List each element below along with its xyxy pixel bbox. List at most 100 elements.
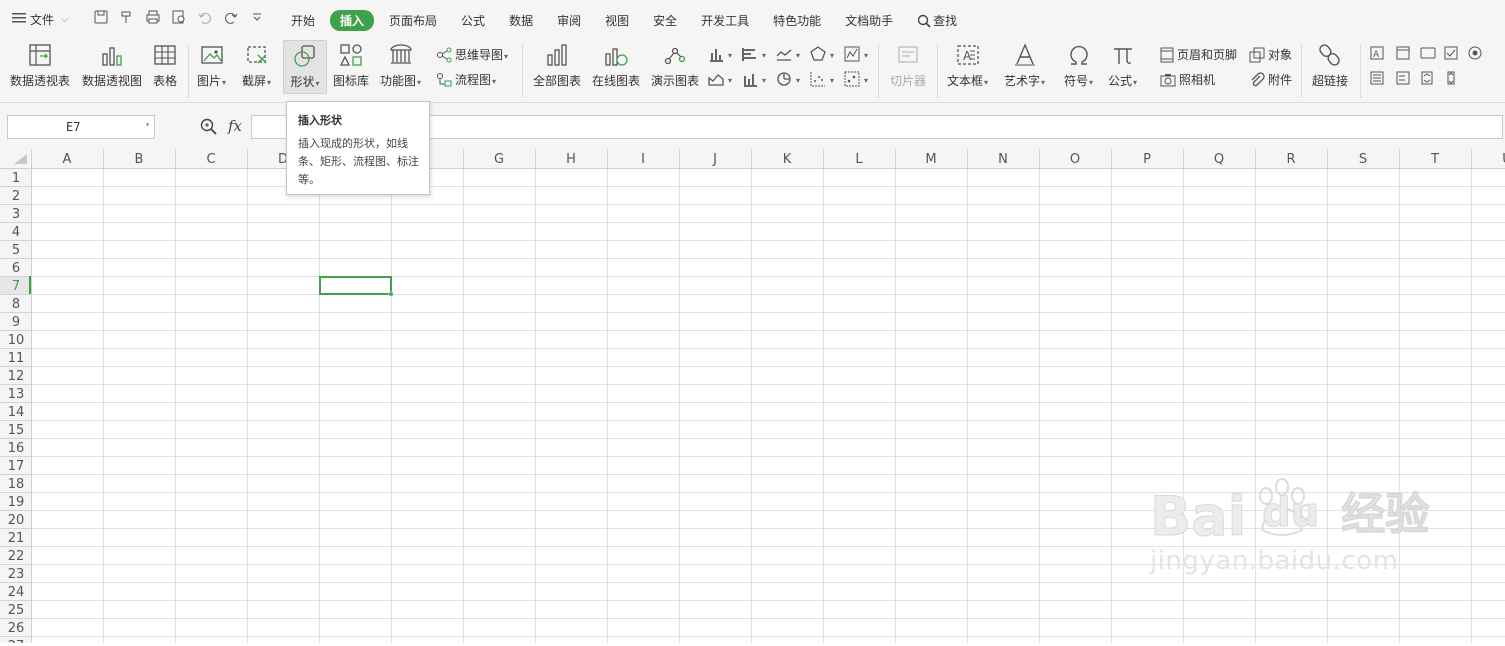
line-chart-button[interactable]	[776, 46, 800, 62]
attachment-label: 附件	[1268, 73, 1293, 87]
tab-insert[interactable]: 插入	[330, 10, 375, 31]
symbol-label: 符号	[1064, 74, 1093, 88]
icon-library-button[interactable]: 图标库	[333, 42, 369, 89]
formula-input[interactable]	[251, 115, 1503, 139]
scatter-chart-button[interactable]	[810, 71, 834, 87]
tab-review[interactable]: 审阅	[548, 11, 590, 30]
combobox-control-button[interactable]	[1396, 71, 1410, 85]
picture-button[interactable]: 图片	[197, 42, 226, 89]
demo-chart-button[interactable]: 演示图表	[651, 42, 699, 89]
pivot-table-button[interactable]: 数据透视表	[10, 42, 70, 89]
attachment-button[interactable]: 附件	[1249, 71, 1292, 88]
row-header-label: 24	[8, 585, 25, 600]
pivot-chart-button[interactable]: 数据透视图	[82, 42, 142, 89]
spinner-control-button[interactable]	[1420, 71, 1434, 85]
hyperlink-button[interactable]: 超链接	[1312, 42, 1348, 89]
column-header-label: R	[1286, 152, 1295, 167]
radar-chart-button[interactable]	[810, 46, 834, 62]
groupbox-control-button[interactable]	[1396, 46, 1410, 60]
picture-label: 图片	[197, 74, 226, 88]
tab-home[interactable]: 开始	[282, 11, 324, 30]
ribbon-separator	[522, 44, 523, 98]
slicer-button[interactable]: 切片器	[890, 42, 926, 89]
mindmap-button[interactable]: 思维导图	[436, 46, 508, 63]
format-painter-icon[interactable]	[119, 9, 135, 25]
customize-toolbar-icon[interactable]	[249, 9, 265, 25]
picture-icon	[200, 46, 223, 64]
tab-special-features[interactable]: 特色功能	[764, 11, 830, 30]
other-chart-button[interactable]	[844, 71, 868, 87]
column-chart-button[interactable]	[708, 46, 732, 62]
row-header-label: 13	[8, 387, 25, 402]
hyperlink-label: 超链接	[1312, 74, 1349, 88]
table-button[interactable]: 表格	[152, 42, 178, 89]
save-icon[interactable]	[93, 9, 109, 25]
header-footer-button[interactable]: 页眉和页脚	[1160, 46, 1237, 63]
area-chart-button[interactable]	[708, 71, 732, 87]
stock-chart-button[interactable]	[844, 46, 868, 62]
scrollbar-control-button[interactable]	[1444, 71, 1458, 85]
online-chart-icon	[605, 48, 628, 66]
column-header-label: C	[206, 152, 215, 167]
camera-button[interactable]: 照相机	[1160, 71, 1215, 88]
wordart-label: 艺术字	[1004, 74, 1045, 88]
wordart-button[interactable]: 艺术字	[1004, 42, 1045, 89]
formula-button[interactable]: 公式	[1108, 42, 1137, 89]
all-charts-button[interactable]: 全部图表	[533, 42, 581, 89]
flowchart-button[interactable]: 流程图	[436, 71, 496, 88]
undo-icon[interactable]	[197, 9, 213, 25]
all-charts-icon	[547, 44, 567, 66]
symbol-button[interactable]: 符号	[1064, 42, 1093, 89]
zoom-icon[interactable]	[200, 118, 218, 136]
all-charts-label: 全部图表	[533, 74, 582, 88]
row-header-label: 10	[8, 333, 25, 348]
button-control-button[interactable]	[1420, 46, 1436, 60]
redo-icon[interactable]	[223, 9, 239, 25]
column-header-label: B	[135, 152, 144, 167]
tab-formulas[interactable]: 公式	[452, 11, 494, 30]
tab-developer[interactable]: 开发工具	[692, 11, 758, 30]
shape-button[interactable]: 形状	[283, 40, 327, 94]
row-header-label: 1	[12, 171, 20, 186]
fx-icon[interactable]: fx	[228, 117, 242, 135]
textbox-button[interactable]: A 文本框	[947, 42, 988, 89]
radio-control-button[interactable]	[1468, 46, 1482, 60]
object-label: 对象	[1268, 48, 1293, 62]
column-header-label: Q	[1214, 152, 1224, 167]
bar-chart-button[interactable]	[742, 46, 766, 62]
name-box[interactable]: E7 ▾	[7, 115, 155, 139]
search-button[interactable]: 查找	[908, 11, 966, 30]
tab-data[interactable]: 数据	[500, 11, 542, 30]
column-header-label: L	[855, 152, 863, 167]
file-menu-button[interactable]: 文件 ⌵	[12, 11, 68, 28]
wordart-icon	[1014, 43, 1035, 66]
column-header-label: A	[63, 152, 72, 167]
tab-page-layout[interactable]: 页面布局	[380, 11, 446, 30]
label-control-button[interactable]: A	[1370, 46, 1384, 60]
tab-view[interactable]: 视图	[596, 11, 638, 30]
column-chart-icon	[710, 49, 723, 62]
screenshot-button[interactable]: 截屏	[242, 42, 271, 89]
tab-doc-assistant[interactable]: 文档助手	[836, 11, 902, 30]
hyperlink-icon	[1319, 44, 1340, 66]
print-preview-icon[interactable]	[171, 9, 187, 25]
radar-chart-icon	[810, 46, 826, 61]
header-footer-icon	[1160, 47, 1174, 62]
combo-chart-button[interactable]	[742, 71, 766, 87]
listbox-control-button[interactable]	[1370, 71, 1384, 85]
tab-security[interactable]: 安全	[644, 11, 686, 30]
print-icon[interactable]	[145, 9, 161, 25]
column-header-label: G	[494, 152, 504, 167]
pie-chart-button[interactable]	[776, 71, 800, 87]
column-header-label: T	[1430, 152, 1439, 167]
row-header-label: 4	[12, 225, 20, 240]
ribbon-separator	[188, 44, 189, 98]
pi-icon	[1113, 48, 1132, 64]
row-header-label: 19	[8, 495, 25, 510]
checkbox-control-button[interactable]	[1444, 46, 1458, 60]
function-chart-button[interactable]: 功能图	[380, 42, 421, 89]
column-header-label: O	[1070, 152, 1080, 167]
online-chart-button[interactable]: 在线图表	[592, 42, 640, 89]
row-header-label: 12	[8, 369, 25, 384]
object-button[interactable]: 对象	[1249, 46, 1292, 63]
